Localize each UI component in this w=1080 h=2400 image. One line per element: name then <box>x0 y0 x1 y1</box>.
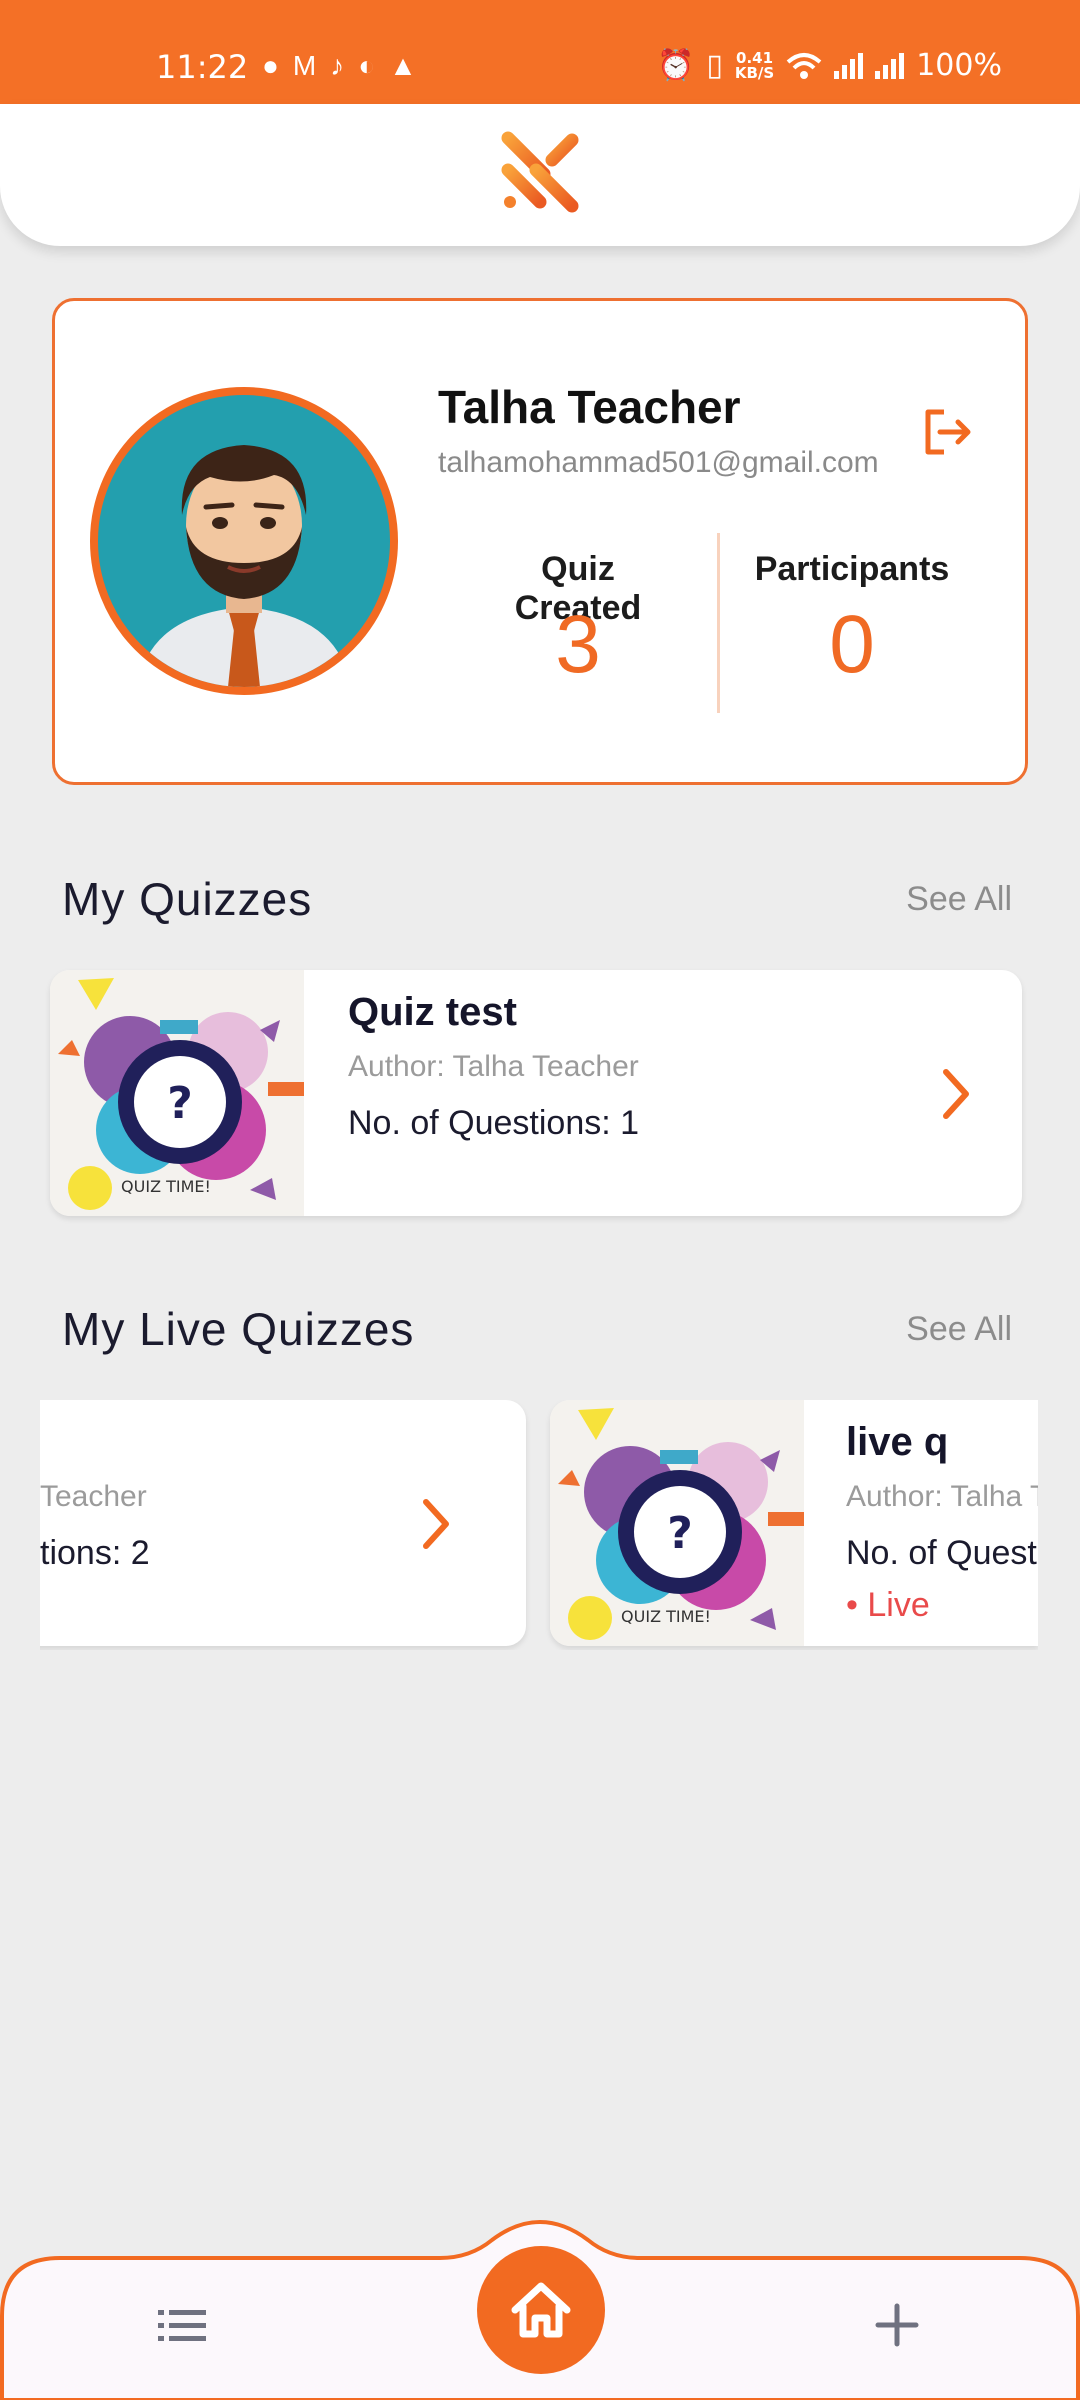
avatar <box>90 387 398 695</box>
app-icon: ◐ <box>358 50 376 81</box>
status-bar: 11:22 ● M ♪ ◐ ▲ ⏰ ▯ 0.41 KB/S 100% <box>0 0 1080 104</box>
warning-icon: ▲ <box>389 50 417 81</box>
chevron-right-icon[interactable] <box>936 1064 976 1124</box>
live-quizzes-carousel[interactable]: Teacher tions: 2 ? QUIZ TIME! live q Aut… <box>40 1400 1038 1650</box>
svg-text:QUIZ TIME!: QUIZ TIME! <box>121 1177 211 1196</box>
brand-logo-icon <box>501 131 579 213</box>
home-button[interactable] <box>477 2246 605 2374</box>
live-quiz-card-questions: No. of Quest <box>846 1534 1037 1572</box>
messenger-icon: ● <box>262 50 279 81</box>
stat-quiz-created-value: 3 <box>555 599 601 690</box>
live-quiz-thumbnail: ? QUIZ TIME! <box>550 1400 804 1646</box>
live-quiz-card-title: live q <box>846 1420 949 1464</box>
live-quiz-card-questions: tions: 2 <box>40 1534 150 1572</box>
home-icon <box>511 2282 571 2338</box>
live-quiz-card-author: Teacher <box>40 1480 147 1513</box>
battery-level: 100% <box>916 48 1002 83</box>
list-icon[interactable] <box>158 2306 206 2346</box>
signal-icon <box>834 52 864 79</box>
profile-name: Talha Teacher <box>438 381 741 433</box>
quiz-time-illustration: ? QUIZ TIME! <box>50 970 304 1216</box>
quiz-card-title: Quiz test <box>348 990 517 1034</box>
live-status-badge: • Live <box>846 1586 930 1624</box>
svg-text:?: ? <box>667 1508 693 1559</box>
quiz-time-illustration: ? QUIZ TIME! <box>550 1400 804 1646</box>
plus-icon[interactable] <box>874 2302 920 2348</box>
stat-participants-label: Participants <box>754 550 950 588</box>
vibrate-icon: ▯ <box>706 48 723 83</box>
stats-divider <box>717 533 720 713</box>
profile-email: talhamohammad501@gmail.com <box>438 446 879 479</box>
svg-text:QUIZ TIME!: QUIZ TIME! <box>621 1607 711 1626</box>
network-speed: 0.41 KB/S <box>734 48 775 82</box>
chevron-right-icon[interactable] <box>416 1494 456 1554</box>
signal-icon-2 <box>875 52 905 79</box>
quiz-thumbnail: ? QUIZ TIME! <box>50 970 304 1216</box>
status-time: 11:22 <box>156 48 249 86</box>
music-icon: ♪ <box>330 50 345 81</box>
my-quizzes-title: My Quizzes <box>62 873 313 925</box>
notification-icons: ● M ♪ ◐ ▲ <box>262 50 417 82</box>
status-right: ⏰ ▯ 0.41 KB/S 100% <box>657 48 1002 83</box>
my-live-quizzes-see-all[interactable]: See All <box>906 1310 1012 1349</box>
alarm-icon: ⏰ <box>657 48 695 83</box>
quiz-card[interactable]: ? QUIZ TIME! Quiz test Author: Talha Tea… <box>50 970 1022 1216</box>
gmail-icon: M <box>292 50 317 81</box>
live-quiz-card[interactable]: Teacher tions: 2 <box>40 1400 526 1646</box>
my-live-quizzes-title: My Live Quizzes <box>62 1303 415 1355</box>
live-quiz-card[interactable]: ? QUIZ TIME! live q Author: Talha T No. … <box>550 1400 1038 1646</box>
quiz-card-questions: No. of Questions: 1 <box>348 1104 640 1142</box>
logout-icon[interactable] <box>920 404 976 460</box>
wifi-icon <box>786 52 822 79</box>
teacher-avatar-icon <box>138 445 350 687</box>
stat-participants-value: 0 <box>829 599 875 690</box>
my-quizzes-see-all[interactable]: See All <box>906 880 1012 919</box>
live-quiz-card-author: Author: Talha T <box>846 1480 1038 1513</box>
svg-text:?: ? <box>167 1078 193 1129</box>
quiz-card-author: Author: Talha Teacher <box>348 1050 639 1083</box>
